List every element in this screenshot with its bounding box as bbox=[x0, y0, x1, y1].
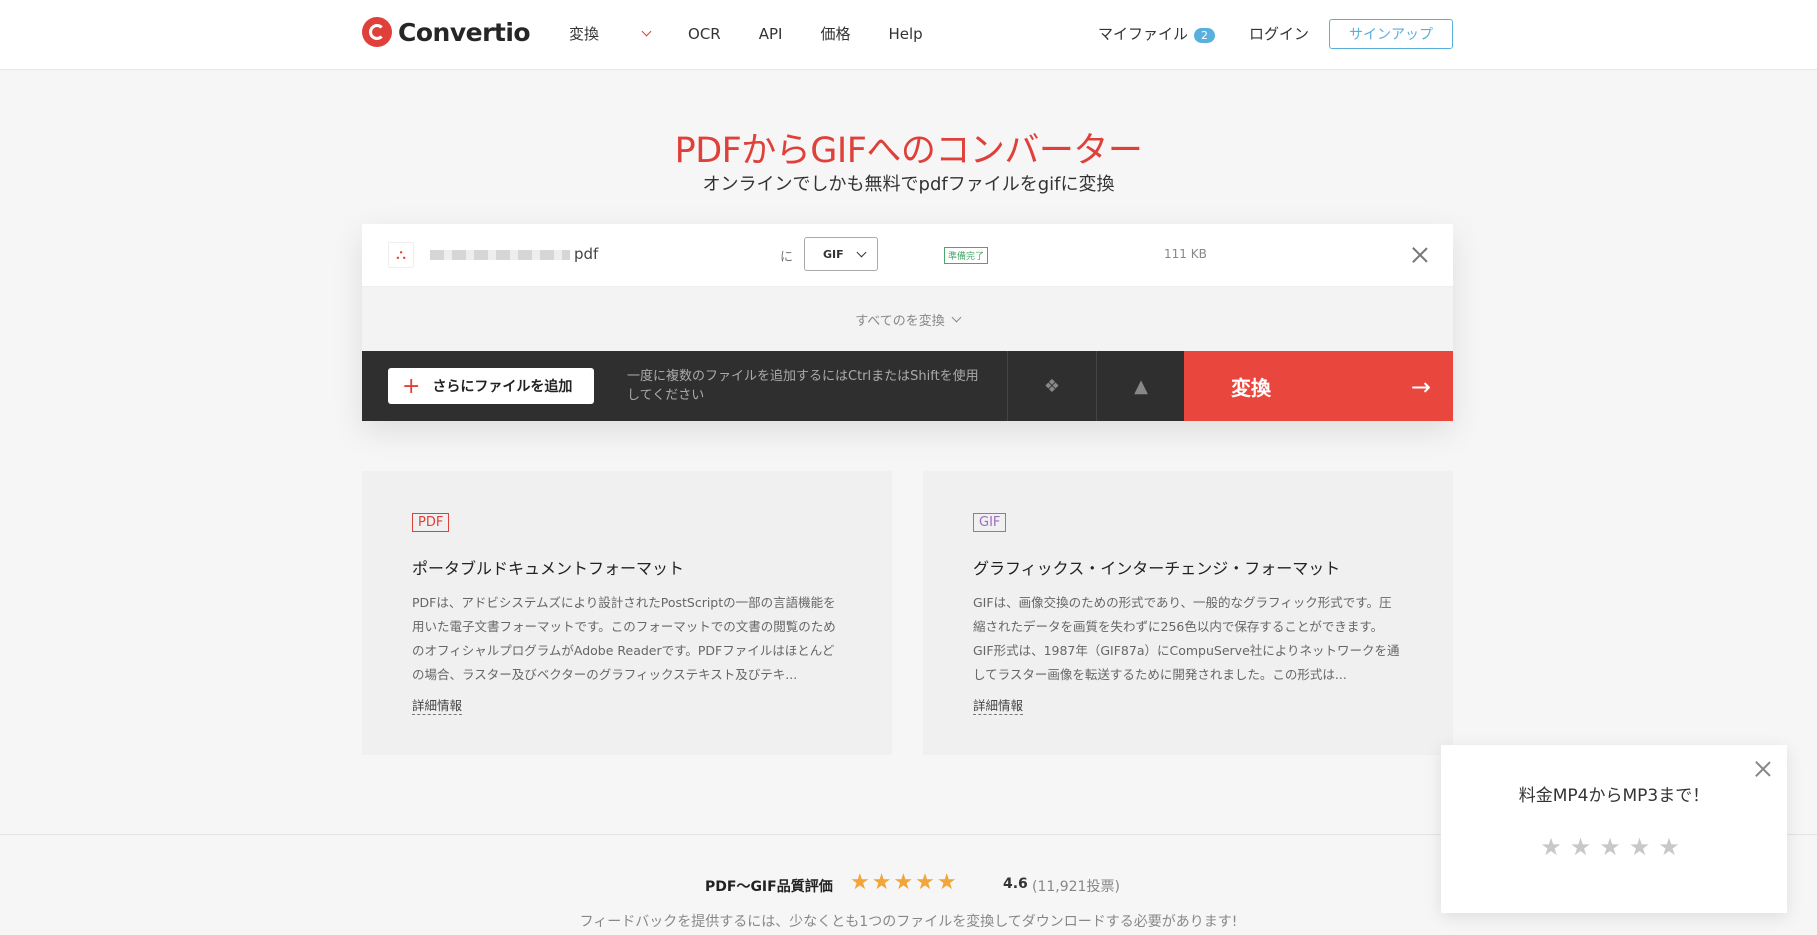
pdf-file-icon: ⛬ bbox=[388, 242, 414, 268]
rating-score: 4.6 bbox=[1003, 876, 1028, 892]
popup-rating-stars-icon[interactable]: ★★★★★ bbox=[1441, 833, 1787, 861]
card-description: PDFは、アドビシステムズにより設計されたPostScriptの一部の言語機能を… bbox=[412, 595, 836, 682]
rating-label: PDF〜GIF品質評価 bbox=[705, 879, 833, 895]
status-badge: 準備完了 bbox=[944, 247, 989, 264]
chevron-down-icon bbox=[641, 26, 652, 37]
format-tag-gif: GIF bbox=[973, 513, 1007, 532]
card-title: グラフィックス・インターチェンジ・フォーマット bbox=[973, 559, 1341, 578]
chevron-down-icon bbox=[951, 312, 962, 322]
add-more-files-button[interactable]: + さらにファイルを追加 bbox=[388, 368, 594, 404]
file-size: 111 KB bbox=[1164, 247, 1207, 261]
converter-panel: ⛬ pdf に GIF 準備完了 111 KB すべてのを変換 + さらにファイ… bbox=[362, 224, 1453, 421]
main-nav: 変換 OCR API 価格 Help bbox=[569, 23, 961, 44]
file-name: pdf bbox=[574, 245, 599, 263]
action-bar: + さらにファイルを追加 一度に複数のファイルを追加するにはCtrlまたはShi… bbox=[362, 351, 1453, 421]
login-link[interactable]: ログイン bbox=[1249, 23, 1309, 44]
card-description: GIFは、画像交換のための形式であり、一般的なグラフィック形式です。圧縮されたデ… bbox=[973, 595, 1400, 682]
site-header: Convertio 変換 OCR API 価格 Help マイファイル 2 ログイ… bbox=[0, 0, 1817, 70]
to-label: に bbox=[780, 250, 794, 265]
nav-convert[interactable]: 変換 bbox=[569, 23, 652, 44]
nav-help[interactable]: Help bbox=[888, 23, 922, 44]
nav-ocr[interactable]: OCR bbox=[688, 23, 721, 44]
more-info-link[interactable]: 詳細情報 bbox=[412, 695, 463, 715]
format-tag-pdf: PDF bbox=[412, 513, 450, 532]
nav-api[interactable]: API bbox=[759, 23, 783, 44]
google-drive-icon: ▲ bbox=[1134, 375, 1148, 397]
file-name-redacted bbox=[430, 250, 570, 260]
my-files-link[interactable]: マイファイル 2 bbox=[1098, 23, 1216, 44]
convert-all-toggle[interactable]: すべてのを変換 bbox=[362, 287, 1453, 351]
multi-file-hint: 一度に複数のファイルを追加するにはCtrlまたはShiftを使用してください bbox=[627, 369, 979, 403]
gif-info-card: GIF グラフィックス・インターチェンジ・フォーマット GIFは、画像交換のため… bbox=[923, 471, 1453, 755]
my-files-count-badge: 2 bbox=[1194, 28, 1216, 43]
dropbox-icon: ❖ bbox=[1043, 375, 1061, 397]
popup-close-icon[interactable] bbox=[1755, 761, 1771, 777]
logo-text: Convertio bbox=[398, 17, 531, 47]
rating-stars-icon[interactable]: ★★★★★ bbox=[850, 870, 959, 895]
page-title: PDFからGIFへのコンバーター bbox=[674, 131, 1143, 171]
account-nav: マイファイル 2 ログイン bbox=[1098, 23, 1309, 44]
plus-icon: + bbox=[402, 373, 421, 399]
arrow-right-icon: → bbox=[1410, 373, 1431, 401]
popup-title: 料金MP4からMP3まで！ bbox=[1518, 786, 1710, 806]
remove-file-close-icon[interactable] bbox=[1411, 246, 1429, 264]
feedback-note: フィードバックを提供するには、少なくとも1つのファイルを変換してダウンロードする… bbox=[579, 914, 1238, 930]
file-row: ⛬ pdf に GIF 準備完了 111 KB bbox=[362, 224, 1453, 287]
nav-pricing[interactable]: 価格 bbox=[820, 23, 850, 44]
card-title: ポータブルドキュメントフォーマット bbox=[412, 559, 685, 578]
signup-button[interactable]: サインアップ bbox=[1329, 19, 1453, 49]
dropbox-button[interactable]: ❖ bbox=[1007, 351, 1096, 421]
output-format-select[interactable]: GIF bbox=[804, 237, 878, 271]
convert-button[interactable]: 変換 → bbox=[1184, 351, 1453, 421]
pdf-info-card: PDF ポータブルドキュメントフォーマット PDFは、アドビシステムズにより設計… bbox=[362, 471, 892, 755]
chevron-down-icon bbox=[856, 247, 867, 258]
rating-votes: (11,921投票) bbox=[1032, 879, 1120, 895]
convertio-logo-icon bbox=[362, 17, 392, 47]
more-info-link[interactable]: 詳細情報 bbox=[973, 695, 1024, 715]
logo[interactable]: Convertio bbox=[362, 17, 531, 47]
page-subtitle: オンラインでしかも無料でpdfファイルをgifに変換 bbox=[702, 174, 1115, 195]
rating-popup: 料金MP4からMP3まで！ ★★★★★ bbox=[1441, 745, 1787, 913]
google-drive-button[interactable]: ▲ bbox=[1096, 351, 1185, 421]
